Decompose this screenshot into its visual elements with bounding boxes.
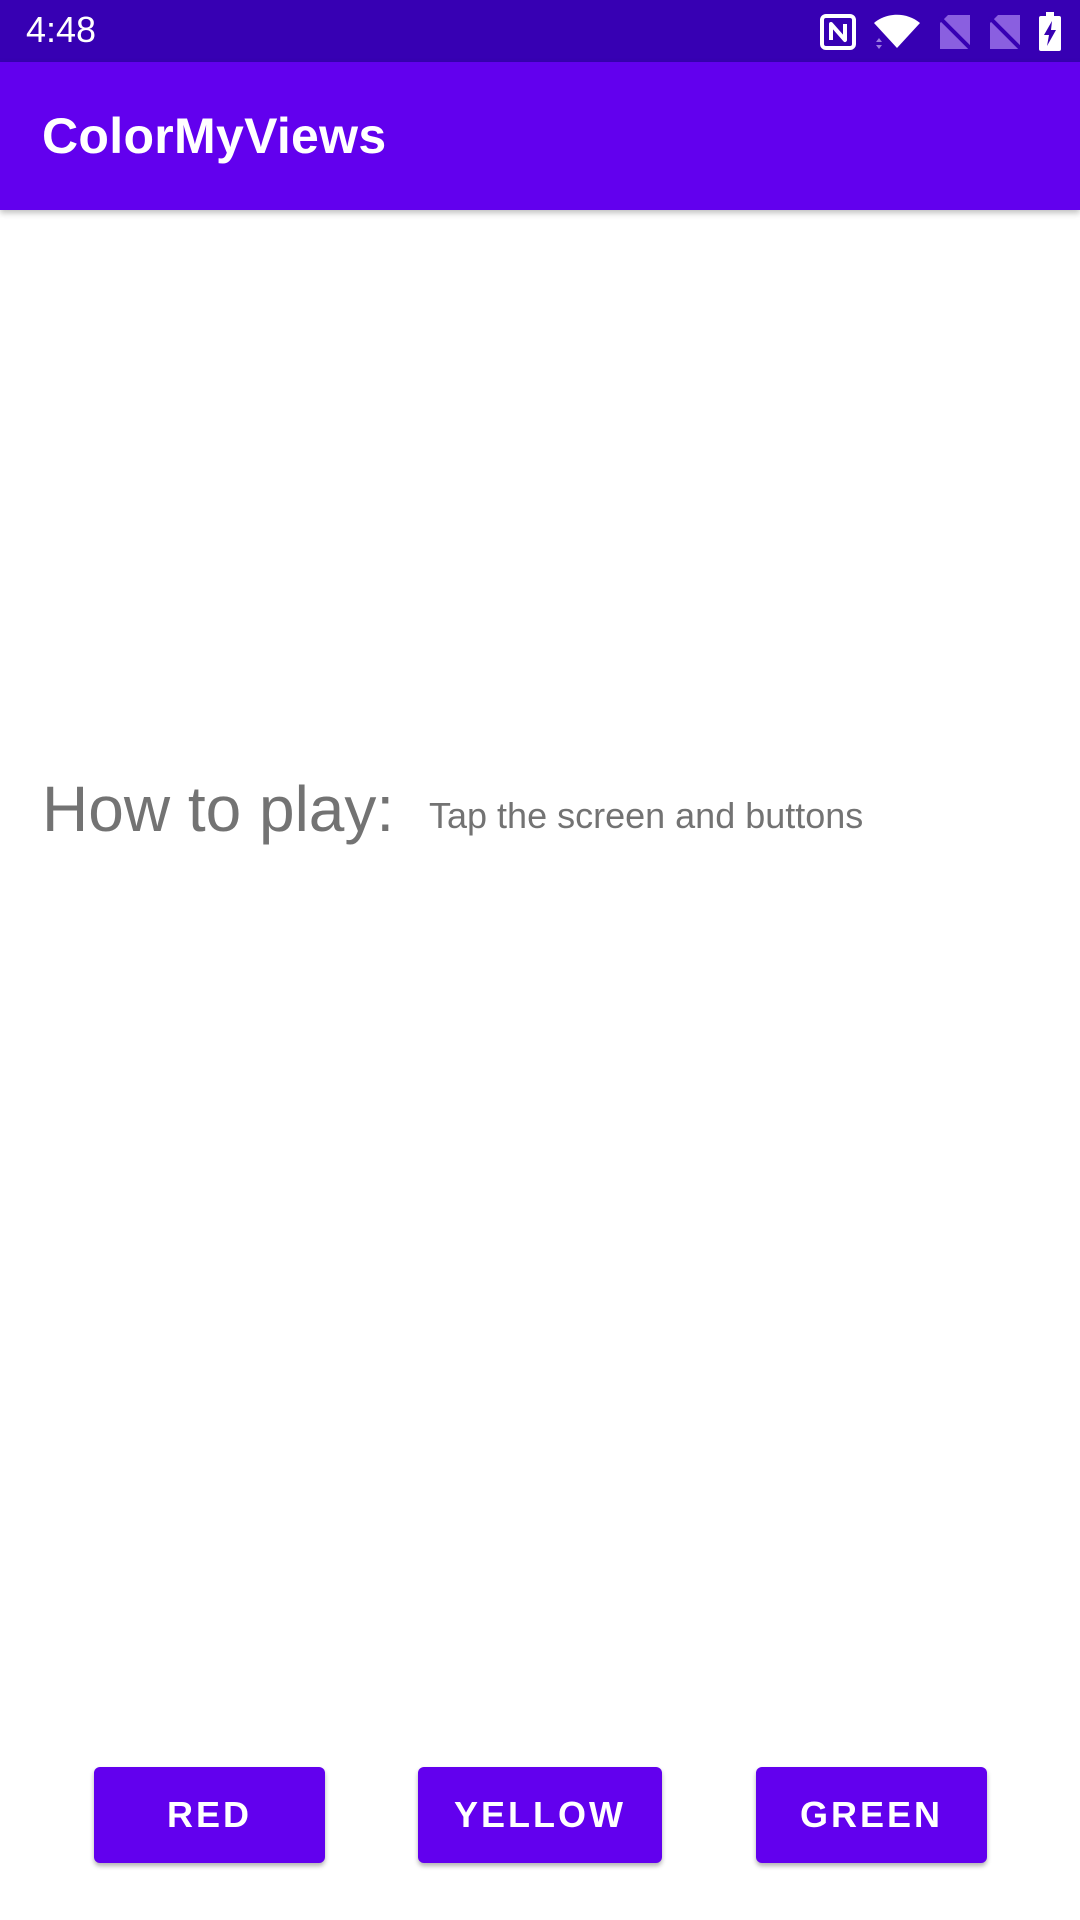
app-screen[interactable]: 4:48 ColorMyViews How to play: Tap the s… — [0, 0, 1080, 1920]
how-to-play-text[interactable]: Tap the screen and buttons — [429, 794, 863, 838]
green-button[interactable]: GREEN — [756, 1767, 987, 1863]
red-button[interactable]: RED — [94, 1767, 325, 1863]
yellow-button[interactable]: YELLOW — [418, 1767, 662, 1863]
sim-no-signal-icon — [938, 13, 972, 51]
app-title: ColorMyViews — [42, 108, 387, 164]
status-time: 4:48 — [26, 9, 97, 50]
battery-charging-icon — [1038, 12, 1062, 52]
sim-no-signal-icon — [988, 13, 1022, 51]
app-bar: ColorMyViews — [0, 62, 1080, 210]
nfc-icon — [820, 14, 856, 50]
status-icons — [820, 10, 1062, 54]
wifi-icon — [872, 14, 922, 50]
how-to-play-label[interactable]: How to play: — [42, 772, 394, 846]
status-bar: 4:48 — [0, 0, 1080, 62]
